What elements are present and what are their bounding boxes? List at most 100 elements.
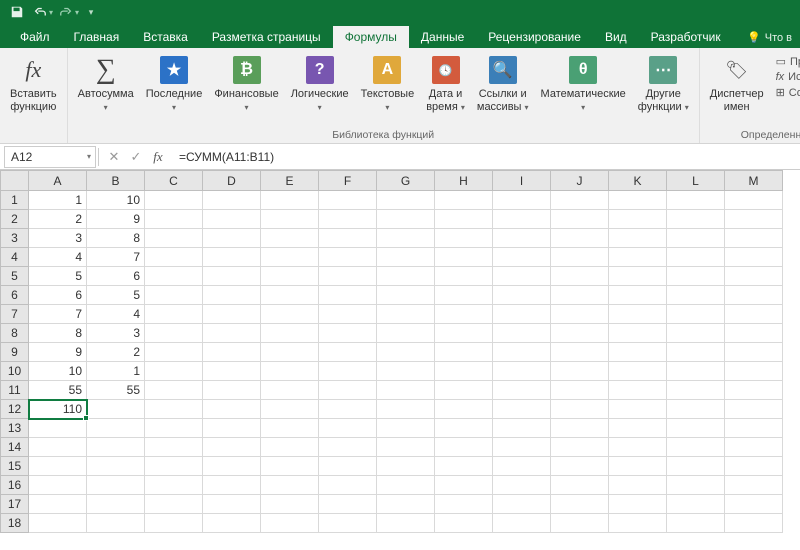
tab-formulas[interactable]: Формулы xyxy=(333,26,409,48)
cell-M5[interactable] xyxy=(725,267,783,286)
cell-D13[interactable] xyxy=(203,419,261,438)
cell-J12[interactable] xyxy=(551,400,609,419)
cell-I7[interactable] xyxy=(493,305,551,324)
cell-A15[interactable] xyxy=(29,457,87,476)
cell-K7[interactable] xyxy=(609,305,667,324)
cell-E11[interactable] xyxy=(261,381,319,400)
cell-A17[interactable] xyxy=(29,495,87,514)
cell-D10[interactable] xyxy=(203,362,261,381)
cell-B14[interactable] xyxy=(87,438,145,457)
cell-J2[interactable] xyxy=(551,210,609,229)
cell-C15[interactable] xyxy=(145,457,203,476)
cell-I12[interactable] xyxy=(493,400,551,419)
select-all-corner[interactable] xyxy=(1,171,29,191)
cell-H17[interactable] xyxy=(435,495,493,514)
cell-B7[interactable]: 4 xyxy=(87,305,145,324)
cell-B1[interactable]: 10 xyxy=(87,191,145,210)
cell-K12[interactable] xyxy=(609,400,667,419)
cell-H1[interactable] xyxy=(435,191,493,210)
cell-C7[interactable] xyxy=(145,305,203,324)
tab-view[interactable]: Вид xyxy=(593,26,639,48)
cell-J13[interactable] xyxy=(551,419,609,438)
cell-B10[interactable]: 1 xyxy=(87,362,145,381)
cell-H2[interactable] xyxy=(435,210,493,229)
cell-B11[interactable]: 55 xyxy=(87,381,145,400)
cell-L17[interactable] xyxy=(667,495,725,514)
cell-C18[interactable] xyxy=(145,514,203,533)
recently-used-button[interactable]: ★ Последние▾ xyxy=(142,52,207,115)
col-header-J[interactable]: J xyxy=(551,171,609,191)
tab-file[interactable]: Файл xyxy=(8,26,62,48)
cell-E13[interactable] xyxy=(261,419,319,438)
cell-G2[interactable] xyxy=(377,210,435,229)
cell-M11[interactable] xyxy=(725,381,783,400)
cell-B2[interactable]: 9 xyxy=(87,210,145,229)
col-header-E[interactable]: E xyxy=(261,171,319,191)
cell-A8[interactable]: 8 xyxy=(29,324,87,343)
cell-H13[interactable] xyxy=(435,419,493,438)
cell-J18[interactable] xyxy=(551,514,609,533)
cell-H12[interactable] xyxy=(435,400,493,419)
name-manager-button[interactable]: 🏷 Диспетчер имен xyxy=(706,52,768,115)
cell-I8[interactable] xyxy=(493,324,551,343)
cell-L9[interactable] xyxy=(667,343,725,362)
row-header-6[interactable]: 6 xyxy=(1,286,29,305)
cell-A11[interactable]: 55 xyxy=(29,381,87,400)
cell-E3[interactable] xyxy=(261,229,319,248)
cell-M4[interactable] xyxy=(725,248,783,267)
use-in-formula-button[interactable]: fxИспользо xyxy=(776,70,800,84)
date-time-button[interactable]: 🕓 Дата и время ▾ xyxy=(422,52,469,115)
cell-G9[interactable] xyxy=(377,343,435,362)
row-header-3[interactable]: 3 xyxy=(1,229,29,248)
cell-G3[interactable] xyxy=(377,229,435,248)
cell-D4[interactable] xyxy=(203,248,261,267)
col-header-K[interactable]: K xyxy=(609,171,667,191)
cell-K6[interactable] xyxy=(609,286,667,305)
cell-D15[interactable] xyxy=(203,457,261,476)
cell-F11[interactable] xyxy=(319,381,377,400)
cell-A7[interactable]: 7 xyxy=(29,305,87,324)
row-header-17[interactable]: 17 xyxy=(1,495,29,514)
cell-C3[interactable] xyxy=(145,229,203,248)
cell-C16[interactable] xyxy=(145,476,203,495)
cell-M17[interactable] xyxy=(725,495,783,514)
cell-E7[interactable] xyxy=(261,305,319,324)
cell-A5[interactable]: 5 xyxy=(29,267,87,286)
cell-M14[interactable] xyxy=(725,438,783,457)
cell-C12[interactable] xyxy=(145,400,203,419)
cell-F4[interactable] xyxy=(319,248,377,267)
cell-C2[interactable] xyxy=(145,210,203,229)
cell-J16[interactable] xyxy=(551,476,609,495)
cell-K10[interactable] xyxy=(609,362,667,381)
cell-I13[interactable] xyxy=(493,419,551,438)
cell-L12[interactable] xyxy=(667,400,725,419)
cell-H18[interactable] xyxy=(435,514,493,533)
cell-L5[interactable] xyxy=(667,267,725,286)
cell-I6[interactable] xyxy=(493,286,551,305)
cell-B17[interactable] xyxy=(87,495,145,514)
cell-J4[interactable] xyxy=(551,248,609,267)
row-header-18[interactable]: 18 xyxy=(1,514,29,533)
cell-M10[interactable] xyxy=(725,362,783,381)
cell-E1[interactable] xyxy=(261,191,319,210)
cell-G15[interactable] xyxy=(377,457,435,476)
cell-F2[interactable] xyxy=(319,210,377,229)
cell-L16[interactable] xyxy=(667,476,725,495)
cell-G4[interactable] xyxy=(377,248,435,267)
cell-H14[interactable] xyxy=(435,438,493,457)
cell-F3[interactable] xyxy=(319,229,377,248)
cell-M3[interactable] xyxy=(725,229,783,248)
row-header-8[interactable]: 8 xyxy=(1,324,29,343)
cell-L18[interactable] xyxy=(667,514,725,533)
cell-I16[interactable] xyxy=(493,476,551,495)
create-from-selection-button[interactable]: ⊞Создать и xyxy=(776,85,800,100)
cell-F14[interactable] xyxy=(319,438,377,457)
tell-me-search[interactable]: 💡 Что в xyxy=(739,27,800,48)
cell-C4[interactable] xyxy=(145,248,203,267)
cell-M18[interactable] xyxy=(725,514,783,533)
cell-G12[interactable] xyxy=(377,400,435,419)
name-box[interactable]: A12 ▾ xyxy=(4,146,96,168)
cell-A1[interactable]: 1 xyxy=(29,191,87,210)
cell-I17[interactable] xyxy=(493,495,551,514)
cell-D8[interactable] xyxy=(203,324,261,343)
